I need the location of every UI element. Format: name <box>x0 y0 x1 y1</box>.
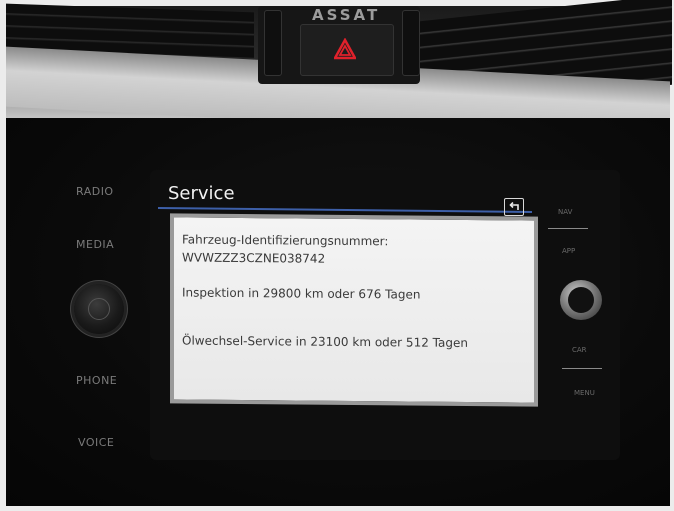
service-info-panel: Fahrzeug-Identifizierungsnummer: WVWZZZ3… <box>170 213 538 407</box>
back-button[interactable] <box>504 198 524 216</box>
back-arrow-icon <box>509 202 519 210</box>
voice-button[interactable]: VOICE <box>78 436 114 449</box>
app-button[interactable]: APP <box>562 247 575 255</box>
page-title: Service <box>168 183 235 204</box>
vin-value: WVWZZZ3CZNE038742 <box>182 250 326 266</box>
inspection-status: Inspektion in 29800 km oder 676 Tagen <box>182 285 421 302</box>
car-button[interactable]: CAR <box>572 346 587 354</box>
knob-center <box>568 287 594 313</box>
brand-badge: ASSAT <box>312 6 381 24</box>
radio-button[interactable]: RADIO <box>76 185 114 198</box>
oil-service-status: Ölwechsel-Service in 23100 km oder 512 T… <box>182 333 468 350</box>
vent-control-right[interactable] <box>402 10 420 76</box>
nav-button[interactable]: NAV <box>558 208 572 216</box>
divider <box>562 368 602 369</box>
volume-knob[interactable] <box>74 284 124 334</box>
hazard-triangle-icon <box>334 38 356 60</box>
divider <box>548 228 588 229</box>
phone-button[interactable]: PHONE <box>76 374 117 387</box>
vent-control-left[interactable] <box>264 10 282 76</box>
power-icon <box>88 298 110 320</box>
tuning-knob[interactable] <box>560 280 602 320</box>
media-button[interactable]: MEDIA <box>76 238 114 251</box>
vin-label: Fahrzeug-Identifizierungsnummer: <box>182 232 389 249</box>
menu-button[interactable]: MENU <box>574 389 595 397</box>
